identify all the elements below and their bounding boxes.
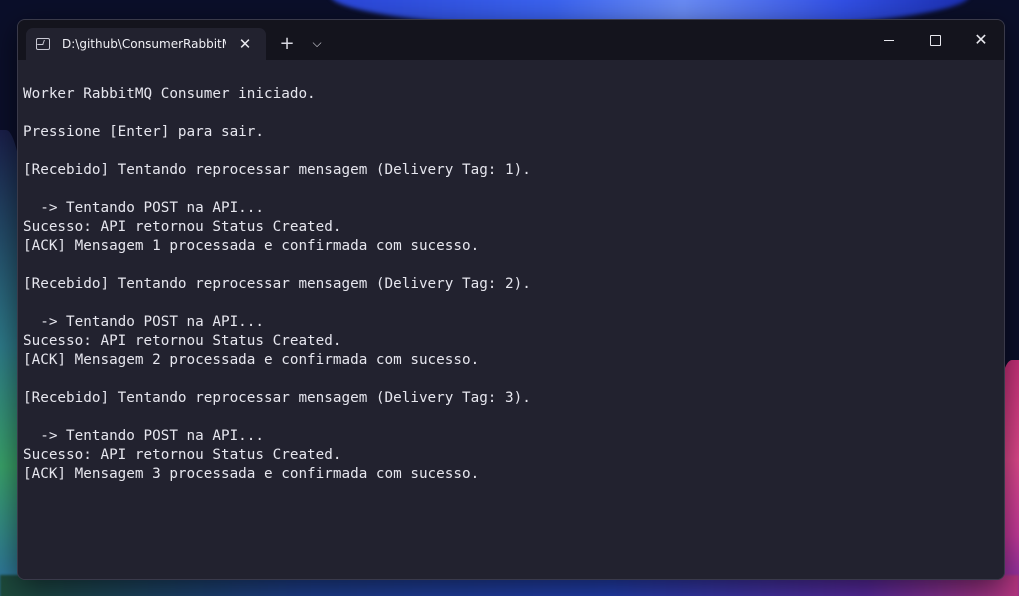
title-bar[interactable]: D:\github\ConsumerRabbitMQ ✕ + ⌵ ✕ [18,20,1004,60]
console-line: [Recebido] Tentando reprocessar mensagem… [23,276,531,292]
console-line: [ACK] Mensagem 1 processada e confirmada… [23,238,480,254]
minimize-button[interactable] [866,20,912,60]
console-line: [Recebido] Tentando reprocessar mensagem… [23,390,531,406]
console-line: Sucesso: API retornou Status Created. [23,447,342,463]
console-line: Sucesso: API retornou Status Created. [23,219,342,235]
new-tab-button[interactable]: + [276,32,298,54]
close-window-button[interactable]: ✕ [958,20,1004,60]
maximize-button[interactable] [912,20,958,60]
console-icon [36,38,50,50]
console-line: Pressione [Enter] para sair. [23,124,265,140]
console-output-area[interactable]: Worker RabbitMQ Consumer iniciado. Pressi… [18,60,1004,579]
console-text: Worker RabbitMQ Consumer iniciado. Pressi… [23,85,531,484]
tab-dropdown-button[interactable]: ⌵ [306,32,328,54]
console-line: -> Tentando POST na API... [23,314,265,330]
terminal-tab[interactable]: D:\github\ConsumerRabbitMQ ✕ [26,28,266,60]
minimize-icon [884,39,894,41]
close-tab-button[interactable]: ✕ [234,33,256,55]
console-line: Worker RabbitMQ Consumer iniciado. [23,86,316,102]
terminal-window: D:\github\ConsumerRabbitMQ ✕ + ⌵ ✕ Worke… [17,19,1005,580]
console-line: [ACK] Mensagem 3 processada e confirmada… [23,466,480,482]
maximize-icon [929,34,941,46]
tab-title: D:\github\ConsumerRabbitMQ [62,37,226,51]
console-line: -> Tentando POST na API... [23,200,265,216]
console-line: [ACK] Mensagem 2 processada e confirmada… [23,352,480,368]
close-icon: ✕ [974,30,988,49]
console-line: [Recebido] Tentando reprocessar mensagem… [23,162,531,178]
console-line: -> Tentando POST na API... [23,428,265,444]
console-line: Sucesso: API retornou Status Created. [23,333,342,349]
